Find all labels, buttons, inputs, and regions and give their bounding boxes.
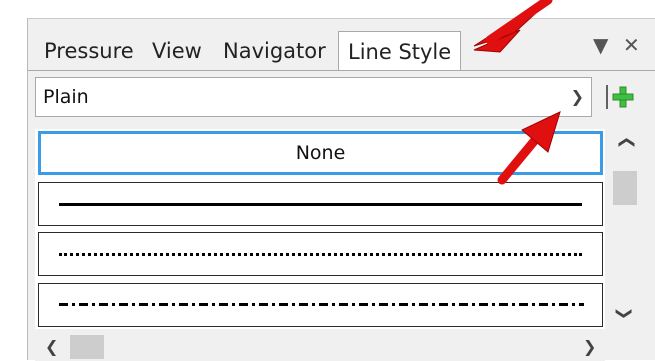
annotation-arrow-icon [473, 0, 553, 53]
annotation-arrows [473, 0, 561, 185]
annotation-arrow-icon [497, 111, 561, 185]
